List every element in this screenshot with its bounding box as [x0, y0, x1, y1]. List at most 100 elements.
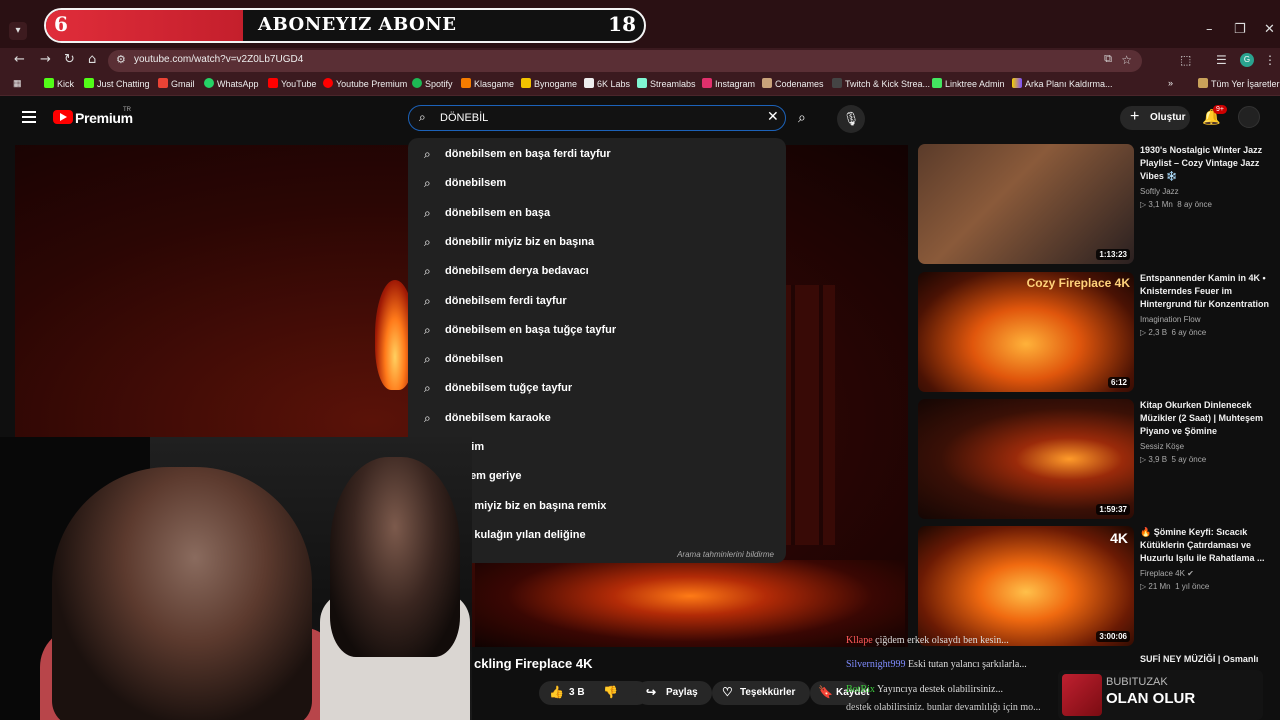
home-icon[interactable]: ⌂ [88, 52, 96, 67]
suggestion-text: dönebilsem en başa tuğçe tayfur [445, 323, 617, 336]
chat-message: destek olabilirsiniz. bunlar devamlılığı… [846, 702, 1041, 713]
video-meta: ▷ 3,1 Mn 8 ay önce [1140, 200, 1212, 209]
recommendation-card[interactable]: 1:13:23 1930's Nostalgic Winter Jazz Pla… [918, 144, 1268, 266]
suggestion-item[interactable]: ⌕ dönebilir miyiz biz en başına [408, 227, 786, 256]
search-icon: ⌕ [419, 110, 426, 124]
bookmark-bynogame[interactable]: Bynogame [521, 78, 577, 89]
bookmark-spotify[interactable]: Spotify [412, 78, 453, 89]
guide-menu-icon[interactable] [22, 111, 36, 123]
video-thumbnail[interactable]: 4K 3:00:06 [918, 526, 1134, 646]
channel-name[interactable]: Fireplace 4K ✔ [1140, 569, 1194, 578]
search-icon: ⌕ [424, 381, 431, 396]
video-title[interactable]: Entspannender Kamin in 4K • Knisterndes … [1140, 272, 1270, 311]
bookmark-6k-labs[interactable]: 6K Labs [584, 78, 630, 89]
video-thumbnail[interactable]: Cozy Fireplace 4K 6:12 [918, 272, 1134, 392]
video-title[interactable]: 🔥 Şömine Keyfi: Sıcacık Kütüklerin Çatır… [1140, 526, 1270, 565]
subscriber-goal-overlay: 6 ABONEYIZ ABONE 18 [44, 8, 646, 43]
suggestion-item[interactable]: ⌕ dönebilsem karaoke [408, 403, 786, 432]
thumbnail-caption: Cozy Fireplace 4K [1026, 276, 1130, 290]
recommendation-card[interactable]: Cozy Fireplace 4K 6:12 Entspannender Kam… [918, 272, 1270, 394]
create-button[interactable]: + Oluştur [1120, 106, 1190, 130]
bookmark-codenames[interactable]: Codenames [762, 78, 824, 89]
url-text[interactable]: youtube.com/watch?v=v2Z0Lb7UGD4 [134, 54, 303, 65]
extensions-icon[interactable]: ⬚ [1180, 53, 1191, 67]
bookmark-youtube[interactable]: YouTube [268, 78, 316, 89]
back-icon[interactable]: ← [14, 52, 25, 67]
bookmark-gmail[interactable]: Gmail [158, 78, 195, 89]
suggestion-item[interactable]: ⌕ dönebilsem en başa [408, 198, 786, 227]
like-dislike-group[interactable]: 👍 3 B 👎 [539, 681, 649, 705]
suggestion-item[interactable]: ⌕ dönebilsem en başa tuğçe tayfur [408, 315, 786, 344]
search-button-icon[interactable]: ⌕ [798, 109, 806, 126]
video-duration: 6:12 [1107, 377, 1130, 388]
video-title[interactable]: 1930's Nostalgic Winter Jazz Playlist – … [1140, 144, 1270, 183]
profile-avatar[interactable]: G [1240, 53, 1254, 67]
video-title[interactable]: Kitap Okurken Dinlenecek Müzikler (2 Saa… [1140, 399, 1270, 438]
bookmark-whatsapp[interactable]: WhatsApp [204, 78, 259, 89]
goal-target: 18 [608, 12, 636, 36]
like-count: 3 B [569, 687, 585, 698]
minimize-icon[interactable]: – [1206, 22, 1213, 37]
webcam-overlay [0, 437, 472, 720]
country-code: TR [123, 107, 131, 113]
bookmark-linktree[interactable]: Linktree Admin [932, 78, 1005, 89]
bookmark-star-icon[interactable]: ☆ [1121, 53, 1132, 67]
suggestion-item[interactable]: ⌕ dönebilsem [408, 168, 786, 197]
chat-message: Silvernight999 Eski tutan yalancı şarkıl… [846, 659, 1027, 670]
voice-search-icon[interactable]: 🎙 [837, 105, 865, 133]
channel-name[interactable]: Imagination Flow [1140, 315, 1200, 324]
youtube-logo-icon[interactable] [53, 110, 73, 124]
next-recommendation-title[interactable]: SUFİ NEY MÜZİĞİ | Osmanlı [1140, 654, 1258, 664]
suggestion-item[interactable]: ⌕ dönebilsem tuğçe tayfur [408, 373, 786, 402]
all-bookmarks-folder[interactable]: Tüm Yer İşaretleri [1198, 78, 1280, 89]
video-meta: ▷ 2,3 B 6 ay önce [1140, 328, 1207, 337]
video-thumbnail[interactable]: 1:13:23 [918, 144, 1134, 264]
report-predictions-link[interactable]: Arama tahminlerini bildirme [677, 550, 774, 559]
bookmark-remove-bg[interactable]: Arka Planı Kaldırma... [1012, 78, 1113, 89]
tab-search-button[interactable]: ▾ [9, 22, 27, 40]
suggestion-text: dönebilsem en başa ferdi tayfur [445, 148, 611, 160]
dislike-icon[interactable]: 👎 [603, 685, 618, 699]
like-icon[interactable]: 👍 [549, 685, 564, 699]
bookmark-instagram[interactable]: Instagram [702, 78, 755, 89]
bookmark-streamlabs[interactable]: Streamlabs [637, 78, 696, 89]
suggestion-item[interactable]: ⌕ dönebilsem derya bedavacı [408, 256, 786, 285]
suggestion-item[interactable]: ⌕ dönebilsen [408, 344, 786, 373]
recommendation-card[interactable]: 1:59:37 Kitap Okurken Dinlenecek Müzikle… [918, 399, 1268, 521]
video-thumbnail[interactable]: 1:59:37 [918, 399, 1134, 519]
goal-title: ABONEYIZ ABONE [258, 14, 457, 35]
subscriber-alert: BUBITUZAK OLAN OLUR [1058, 670, 1263, 720]
omnibox[interactable]: ⚙ youtube.com/watch?v=v2Z0Lb7UGD4 ⧉ ☆ [108, 50, 1142, 72]
search-icon: ⌕ [424, 410, 431, 425]
apps-grid-icon[interactable]: ▦ [13, 78, 22, 89]
bookmarks-bar: ▦ Kick Just Chatting Gmail WhatsApp YouT… [0, 74, 1280, 96]
search-input[interactable]: DÖNEBİL [440, 112, 488, 124]
reading-list-icon[interactable]: ☰ [1216, 53, 1227, 67]
forward-icon[interactable]: → [40, 52, 51, 67]
close-window-icon[interactable]: ✕ [1264, 22, 1275, 37]
bookmark-twitch-kick[interactable]: Twitch & Kick Strea... [832, 78, 930, 89]
clear-search-icon[interactable]: ✕ [767, 109, 779, 125]
browser-menu-icon[interactable]: ⋮ [1264, 53, 1276, 67]
share-button[interactable]: ↪ Paylaş [636, 681, 712, 705]
reload-icon[interactable]: ↻ [64, 52, 75, 67]
maximize-icon[interactable]: ❐ [1234, 22, 1246, 37]
thanks-button[interactable]: ♡ Teşekkürler [712, 681, 810, 705]
more-bookmarks-icon[interactable]: » [1168, 78, 1173, 88]
bookmark-just-chatting[interactable]: Just Chatting [84, 78, 150, 89]
channel-name[interactable]: Sessiz Köşe [1140, 442, 1184, 451]
suggestion-item[interactable]: ⌕ dönebilsem en başa ferdi tayfur [408, 139, 786, 168]
search-box[interactable]: ⌕ DÖNEBİL ✕ [408, 105, 786, 131]
account-avatar[interactable] [1238, 106, 1260, 128]
site-info-icon[interactable]: ⚙ [116, 53, 126, 66]
bookmark-youtube-premium[interactable]: Youtube Premium [323, 78, 407, 89]
install-app-icon[interactable]: ⧉ [1104, 53, 1112, 66]
search-icon: ⌕ [424, 293, 431, 308]
search-icon: ⌕ [424, 322, 431, 337]
suggestion-item[interactable]: ⌕ dönebilsem ferdi tayfur [408, 286, 786, 315]
alert-message: OLAN OLUR [1106, 690, 1196, 707]
bookmark-klasgame[interactable]: Klasgame [461, 78, 514, 89]
channel-name[interactable]: Softly Jazz [1140, 187, 1179, 196]
bookmark-kick[interactable]: Kick [44, 78, 74, 89]
recommendation-card[interactable]: 4K 3:00:06 🔥 Şömine Keyfi: Sıcacık Kütük… [918, 526, 1268, 648]
